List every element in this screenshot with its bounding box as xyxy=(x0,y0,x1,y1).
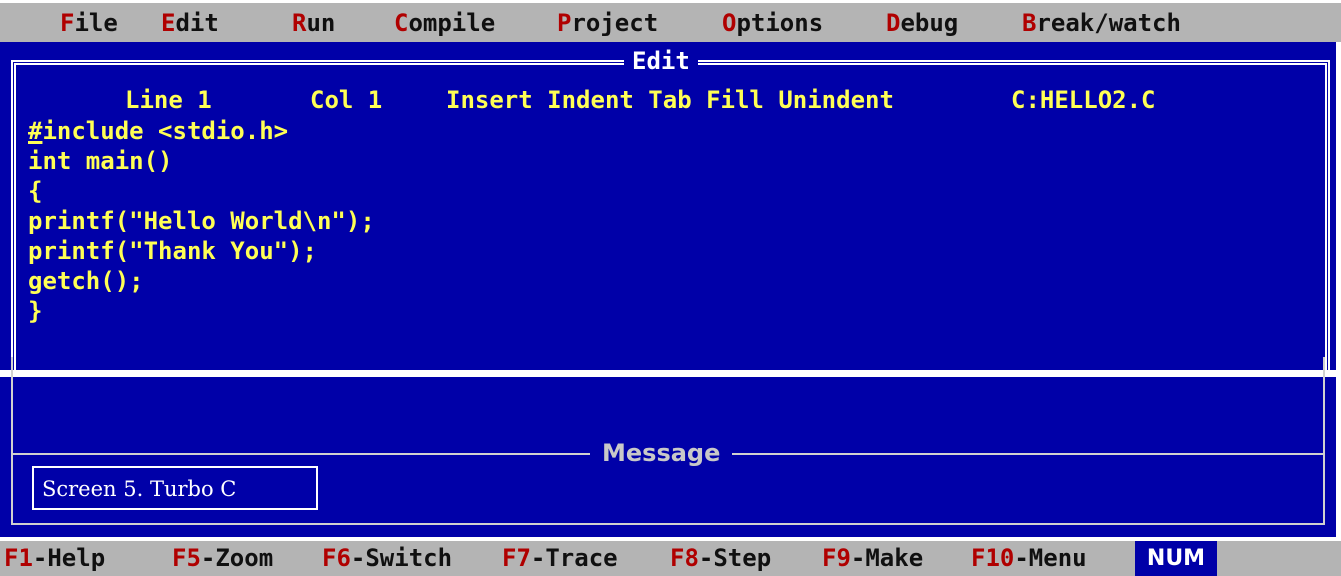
menu-hotkey: O xyxy=(722,9,737,37)
status-line-number: Line 1 xyxy=(125,86,212,114)
code-text: include <stdio.h> xyxy=(42,117,289,145)
menu-label: reak/watch xyxy=(1036,9,1181,37)
fkey-key: F5 xyxy=(172,544,201,572)
menu-edit[interactable]: Edit xyxy=(161,9,219,37)
status-column-number: Col 1 xyxy=(310,86,383,114)
menu-hotkey: B xyxy=(1022,9,1037,37)
menu-label: roject xyxy=(571,9,659,37)
edit-window-title: Edit xyxy=(624,48,698,74)
menu-label: un xyxy=(306,9,336,37)
menu-bar: File Edit Run Compile Project Options De… xyxy=(0,0,1341,42)
menu-hotkey: D xyxy=(886,9,901,37)
code-line: { xyxy=(28,177,43,205)
fkey-label: -Switch xyxy=(350,544,453,572)
fkey-zoom[interactable]: F5-Zoom xyxy=(172,544,273,572)
fkey-key: F1 xyxy=(4,544,33,572)
menu-label: dit xyxy=(175,9,219,37)
fkey-step[interactable]: F8-Step xyxy=(670,544,771,572)
fkey-trace[interactable]: F7-Trace xyxy=(502,544,618,572)
num-lock-indicator: NUM xyxy=(1135,541,1217,576)
function-key-bar: F1-Help F5-Zoom F6-Switch F7-Trace F8-St… xyxy=(0,541,1341,576)
menu-label: ompile xyxy=(408,9,496,37)
fkey-key: F8 xyxy=(670,544,699,572)
status-editor-modes: Insert Indent Tab Fill Unindent xyxy=(446,86,894,114)
code-line: printf("Hello World\n"); xyxy=(28,207,375,235)
menu-break-watch[interactable]: Break/watch xyxy=(1022,9,1181,37)
message-window-title: Message xyxy=(590,439,733,467)
menu-hotkey: F xyxy=(60,9,75,37)
code-line: int main() xyxy=(28,147,173,175)
menu-label: ebug xyxy=(900,9,959,37)
menu-label: ptions xyxy=(736,9,824,37)
edit-window[interactable]: Edit Line 1 Col 1 Insert Indent Tab Fill… xyxy=(0,42,1336,370)
fkey-menu[interactable]: F10-Menu xyxy=(971,544,1087,572)
fkey-label: -Trace xyxy=(530,544,618,572)
fkey-key: F10 xyxy=(971,544,1015,572)
fkey-label: -Zoom xyxy=(200,544,274,572)
fkey-help[interactable]: F1-Help xyxy=(4,544,105,572)
fkey-key: F9 xyxy=(822,544,851,572)
fkey-switch[interactable]: F6-Switch xyxy=(322,544,452,572)
menu-debug[interactable]: Debug xyxy=(886,9,958,37)
menu-hotkey: P xyxy=(557,9,572,37)
menu-file[interactable]: File xyxy=(60,9,118,37)
text-cursor: # xyxy=(28,117,43,145)
fkey-label: -Help xyxy=(32,544,106,572)
menu-run[interactable]: Run xyxy=(292,9,335,37)
menu-hotkey: E xyxy=(161,9,176,37)
menu-compile[interactable]: Compile xyxy=(394,9,495,37)
code-line: getch(); xyxy=(28,267,144,295)
fkey-label: -Menu xyxy=(1014,544,1087,572)
code-line: } xyxy=(28,297,43,325)
menu-hotkey: R xyxy=(292,9,307,37)
menu-label: ile xyxy=(74,9,118,37)
fkey-key: F6 xyxy=(322,544,351,572)
fkey-label: -Make xyxy=(850,544,924,572)
message-window[interactable]: Message Screen 5. Turbo C xyxy=(0,357,1336,537)
code-line: #include <stdio.h> xyxy=(28,116,375,146)
menu-project[interactable]: Project xyxy=(557,9,658,37)
code-line: printf("Thank You"); xyxy=(28,237,317,265)
figure-caption: Screen 5. Turbo C xyxy=(32,466,318,510)
status-filename: C:HELLO2.C xyxy=(1011,86,1156,114)
menu-options[interactable]: Options xyxy=(722,9,823,37)
code-area[interactable]: #include <stdio.h> int main() { printf("… xyxy=(28,116,375,326)
fkey-make[interactable]: F9-Make xyxy=(822,544,923,572)
menu-hotkey: C xyxy=(394,9,409,37)
fkey-key: F7 xyxy=(502,544,531,572)
fkey-label: -Step xyxy=(698,544,772,572)
